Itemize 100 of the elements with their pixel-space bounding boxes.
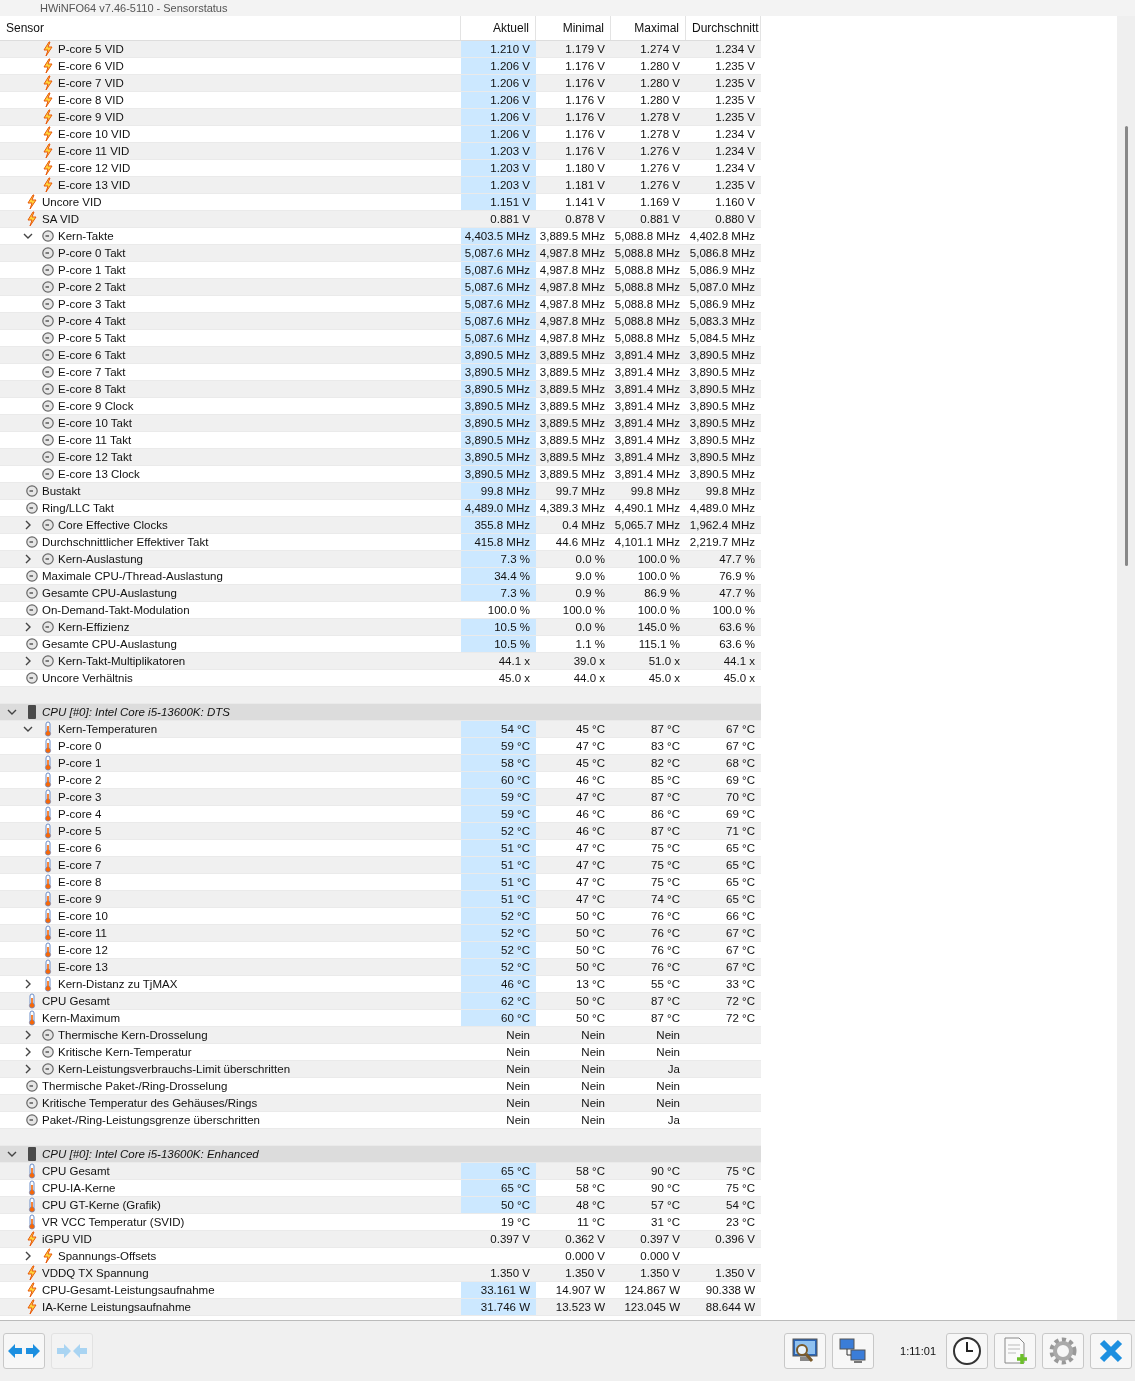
value-cell-text: 72 °C [725, 1011, 756, 1026]
value-cell-text: 145.0 % [636, 620, 681, 635]
sensor-label: P-core 5 [58, 824, 102, 839]
value-cell-text: 3,890.5 MHz [688, 399, 756, 414]
value-cell-text: 3,890.5 MHz [688, 450, 756, 465]
settings-button[interactable] [1042, 1333, 1084, 1369]
value-cell-text: 76 °C [650, 926, 681, 941]
value-cell-text: 0.397 V [639, 1232, 681, 1247]
scroll-thumb[interactable] [1124, 126, 1128, 566]
sensor-label: Core Effective Clocks [58, 518, 168, 533]
lightning-icon [42, 126, 54, 142]
value-cell-text: 5,088.8 MHz [613, 280, 681, 295]
value-cell-text: 76 °C [650, 943, 681, 958]
clock-button[interactable] [946, 1333, 988, 1369]
value-cell-text: 1.350 V [489, 1266, 531, 1281]
value-cell-text: 47 °C [575, 739, 606, 754]
value-cell-text: 5,088.8 MHz [613, 229, 681, 244]
value-cell-text: 0.878 V [564, 212, 606, 227]
scrollbar[interactable] [1117, 16, 1135, 1320]
close-button[interactable] [1090, 1333, 1132, 1369]
value-cell-text: 1.234 V [714, 144, 756, 159]
value-cell-text: 0.881 V [639, 212, 681, 227]
chip-icon [26, 1146, 38, 1162]
value-cell-text: 0.881 V [489, 212, 531, 227]
sensor-label: Gesamte CPU-Auslastung [42, 586, 177, 601]
value-cell: 415.8 MHz [461, 534, 536, 550]
value-cell-text: 0.0 % [574, 552, 606, 567]
sensor-label: P-core 3 [58, 790, 102, 805]
value-cell-text: 47.7 % [718, 586, 756, 601]
value-cell-text: 100.0 % [636, 552, 681, 567]
value-cell: 7.3 % [461, 585, 536, 601]
value-cell-text: 86.9 % [643, 586, 681, 601]
value-cell-text: 1.169 V [639, 195, 681, 210]
value-cell-text: 72 °C [725, 994, 756, 1009]
value-cell-text: 100.0 % [486, 603, 531, 618]
value-cell-text: 67 °C [725, 739, 756, 754]
value-cell-text: 1.176 V [564, 59, 606, 74]
value-cell-text: 5,088.8 MHz [613, 331, 681, 346]
value-cell-text: 76 °C [650, 909, 681, 924]
value-cell-text: 74 °C [650, 892, 681, 907]
value-cell-text: 19 °C [500, 1215, 531, 1230]
value-cell-text: 88.644 W [704, 1300, 756, 1315]
sensor-label: Durchschnittlicher Effektiver Takt [42, 535, 209, 550]
value-cell-text: 58 °C [575, 1164, 606, 1179]
sensor-label: Kern-Auslastung [58, 552, 144, 567]
value-cell-text: 65 °C [725, 858, 756, 873]
value-cell-text: 63.6 % [718, 637, 756, 652]
value-cell: 52 °C [461, 925, 536, 941]
value-cell: 65 °C [461, 1180, 536, 1196]
value-cell-text: 1.1 % [574, 637, 606, 652]
value-cell: 1.206 V [461, 75, 536, 91]
value-cell-text: 4,101.1 MHz [613, 535, 681, 550]
sensor-label: Bustakt [42, 484, 81, 499]
sensor-label: E-core 10 VID [58, 127, 131, 142]
sensor-label: E-core 9 Clock [58, 399, 134, 414]
value-cell-text: 87 °C [650, 790, 681, 805]
value-cell-text: 0.0 % [574, 620, 606, 635]
value-cell: 3,890.5 MHz [461, 381, 536, 397]
value-cell: 5,087.6 MHz [461, 296, 536, 312]
value-cell-text: 71 °C [725, 824, 756, 839]
value-cell-text: 65 °C [725, 841, 756, 856]
value-cell-text: Nein [505, 1028, 531, 1043]
value-cell-text: 45 °C [575, 722, 606, 737]
monitor-search-icon [790, 1337, 821, 1365]
value-cell-text: 90 °C [650, 1181, 681, 1196]
value-cell-text: 45 °C [575, 756, 606, 771]
sensor-label: E-core 11 VID [58, 144, 130, 159]
sensor-label: Kern-Leistungsverbrauchs-Limit überschritten [58, 1062, 291, 1077]
value-cell: 5,087.6 MHz [461, 245, 536, 261]
lightning-icon [26, 1299, 38, 1315]
sensor-label: E-core 6 Takt [58, 348, 126, 363]
value-cell-text: 4,987.8 MHz [538, 297, 606, 312]
value-cell: 4,403.5 MHz [461, 228, 536, 244]
value-cell-text: 0.397 V [489, 1232, 531, 1247]
value-cell: 1.206 V [461, 109, 536, 125]
value-cell-text: 1.179 V [564, 42, 606, 57]
monitor-button[interactable] [784, 1333, 827, 1369]
network-button[interactable] [832, 1333, 875, 1369]
value-cell-text: 1.176 V [564, 93, 606, 108]
value-cell: 355.8 MHz [461, 517, 536, 533]
value-cell-text: 99.7 MHz [554, 484, 606, 499]
sensor-label: Kern-Effizienz [58, 620, 130, 635]
value-cell-text: 75 °C [725, 1164, 756, 1179]
value-cell-text: 57 °C [650, 1198, 681, 1213]
value-cell-text: 3,889.5 MHz [538, 416, 606, 431]
sensor-label: E-core 12 VID [58, 161, 131, 176]
value-cell-text: 3,889.5 MHz [538, 229, 606, 244]
value-cell-text: 5,086.9 MHz [688, 297, 756, 312]
value-cell-text: 5,065.7 MHz [613, 518, 681, 533]
value-cell-text: 47 °C [575, 858, 606, 873]
value-cell-text: 1.235 V [714, 76, 756, 91]
value-cell-text: 50 °C [575, 909, 606, 924]
value-cell-text: Nein [505, 1113, 531, 1128]
value-cell: 99.8 MHz [461, 483, 536, 499]
value-cell-text: 3,889.5 MHz [538, 365, 606, 380]
sensor-label: P-core 0 [58, 739, 102, 754]
arrows-button[interactable] [3, 1333, 45, 1369]
value-cell: 52 °C [461, 942, 536, 958]
sensor-label: E-core 7 Takt [58, 365, 126, 380]
sensor-label: P-core 2 Takt [58, 280, 126, 295]
